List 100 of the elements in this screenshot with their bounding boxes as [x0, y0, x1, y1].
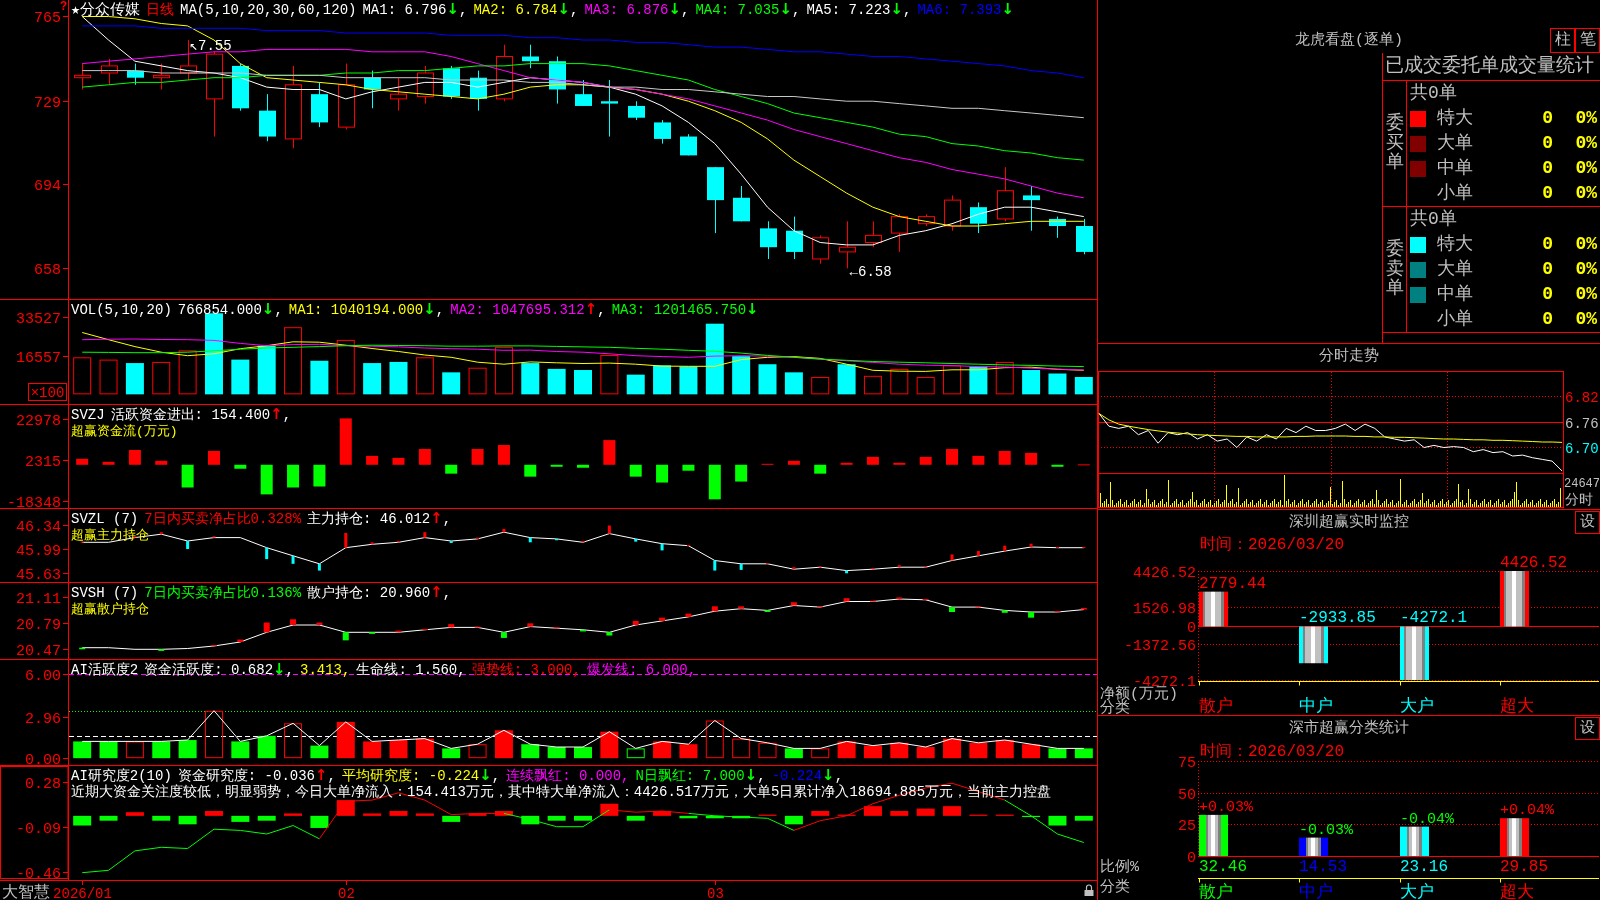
candlestick — [496, 44, 513, 102]
axis-tick-label: 33527 — [16, 310, 61, 328]
indicator-name: MA(5,10,20,30,60,120) — [180, 2, 357, 18]
indicator-readout: MA6: 7.393↓ — [917, 1, 1015, 18]
category-label: 中户 — [1299, 697, 1333, 715]
axis-tick-label: 1526.98 — [1133, 600, 1196, 618]
axis-tick-label: 25 — [1178, 817, 1196, 835]
category-label: 散户 — [1199, 697, 1233, 715]
order-size-label: 特大 — [1437, 107, 1474, 130]
order-total: 共0单 — [1409, 208, 1458, 231]
candlestick — [628, 100, 645, 121]
indicator-readout: MA1: 1040194.000↓, — [288, 301, 445, 318]
candlestick — [311, 81, 328, 128]
date-label: 02 — [338, 886, 355, 900]
panel-title: 分时走势 — [1319, 346, 1379, 367]
side-label: 委买单 — [1385, 113, 1404, 174]
indicator-name: SVZL (7) — [71, 511, 139, 527]
candlestick — [760, 220, 777, 260]
unit-multiplier-label: ×100 — [28, 383, 67, 401]
order-share: 0% — [1574, 283, 1597, 306]
candlestick — [944, 194, 961, 232]
axis-tick-label: 21.11 — [16, 590, 61, 608]
candlestick — [918, 213, 935, 227]
indicator-name: SVZJ — [71, 407, 105, 423]
indicator-readout: N日飘红: 7.000↓, — [635, 767, 766, 784]
axis-tick-label: 694 — [34, 177, 61, 195]
axis-tick-label: 0.00 — [25, 751, 61, 765]
price-annotation: ←6.58 — [849, 264, 892, 281]
order-count: 0 — [1541, 233, 1553, 256]
panel-title: 深圳超赢实时监控 — [1289, 512, 1409, 533]
order-count: 0 — [1541, 107, 1553, 130]
candlestick — [127, 63, 144, 86]
indicator-readout: 766854.000↓, — [177, 301, 283, 318]
axis-tick-label: 2315 — [25, 453, 61, 471]
help-mark: ? — [60, 0, 68, 14]
panel-title: 深市超赢分类统计 — [1289, 718, 1409, 739]
indicator-readout: 活跃资金进出: 154.400↑, — [110, 406, 292, 423]
chart-mode-button[interactable]: 笔 — [1575, 28, 1600, 53]
order-share: 0% — [1574, 132, 1597, 155]
candlestick — [549, 56, 566, 105]
candlestick — [259, 93, 276, 142]
indicator-readout: 7日内买卖净占比0.136% — [144, 585, 302, 601]
axis-tick-label: 765 — [34, 9, 61, 27]
settings-button[interactable]: 设 — [1575, 717, 1600, 740]
order-share: 0% — [1574, 308, 1597, 331]
data-label: 2779.44 — [1199, 574, 1267, 593]
candlestick — [997, 166, 1014, 222]
axis-tick-label: -0.09 — [16, 820, 61, 838]
candlestick — [364, 70, 381, 109]
period-label: 日线 — [146, 2, 175, 18]
indicator-name: AI活跃度2 — [71, 662, 139, 678]
order-share: 0% — [1574, 107, 1597, 130]
table-title: 已成交委托单成交量统计 — [1383, 53, 1600, 81]
order-share: 0% — [1574, 233, 1597, 256]
axis-tick-label: -18348 — [7, 494, 61, 508]
order-total: 共0单 — [1409, 82, 1458, 105]
order-size-label: 特大 — [1437, 233, 1474, 256]
candlestick — [601, 79, 618, 138]
axis-tick-label: -0.46 — [16, 865, 61, 883]
date-label: 时间：2026/03/20 — [1200, 536, 1344, 554]
indicator-caption: 超赢资金流(万元) — [71, 424, 178, 439]
indicator-readout: 生命线: 1.560, — [356, 662, 466, 678]
chart-mode-button[interactable]: 柱 — [1550, 28, 1575, 53]
axis-tick-label: 0 — [1187, 619, 1196, 637]
date-label: 03 — [707, 886, 724, 900]
indicator-readout: MA5: 7.223↓, — [806, 1, 912, 18]
settings-button[interactable]: 设 — [1575, 511, 1600, 534]
axis-tick-label: 4426.52 — [1133, 564, 1196, 582]
candlestick — [470, 70, 487, 112]
change-label: +0.03% — [1199, 798, 1253, 816]
candlestick — [891, 213, 908, 253]
order-count: 0 — [1541, 283, 1553, 306]
candlestick — [1076, 218, 1093, 255]
order-count: 0 — [1541, 132, 1553, 155]
order-size-label: 小单 — [1437, 182, 1474, 205]
axis-tick-label: 6.00 — [25, 667, 61, 685]
indicator-name: SVSH (7) — [71, 585, 139, 601]
axis-tick-label: 658 — [34, 261, 61, 279]
category-label: 超大 — [1500, 883, 1534, 900]
indicator-readout: MA3: 6.876↓, — [584, 1, 690, 18]
category-label: 大户 — [1400, 697, 1434, 715]
order-size-label: 小单 — [1437, 308, 1474, 331]
data-label: -2933.85 — [1299, 609, 1376, 628]
axis-tick-label: 16557 — [16, 349, 61, 367]
candlestick — [970, 201, 987, 234]
indicator-readout: 散户持仓: 20.960↑, — [307, 584, 452, 601]
indicator-caption: 超赢散户持仓 — [71, 602, 149, 617]
data-label: 4426.52 — [1500, 554, 1568, 572]
panel-title: 龙虎看盘(逐单) — [1295, 30, 1403, 51]
indicator-readout: MA4: 7.035↓, — [695, 1, 801, 18]
candlestick — [575, 79, 592, 107]
axis-tick-label: 0.28 — [25, 775, 61, 793]
price-tick-label: 6.70 — [1565, 440, 1599, 457]
candlestick — [390, 77, 407, 112]
order-size-label: 中单 — [1437, 157, 1474, 180]
order-share: 0% — [1574, 182, 1597, 205]
indicator-readout: 资金研究度: -0.036↑, — [177, 767, 336, 784]
indicator-readout: 连续飘红: 0.000, — [506, 768, 630, 784]
indicator-readout: 主力持仓: 46.012↑, — [307, 510, 452, 527]
indicator-readout: 平均研究度: -0.224↓, — [342, 767, 501, 784]
